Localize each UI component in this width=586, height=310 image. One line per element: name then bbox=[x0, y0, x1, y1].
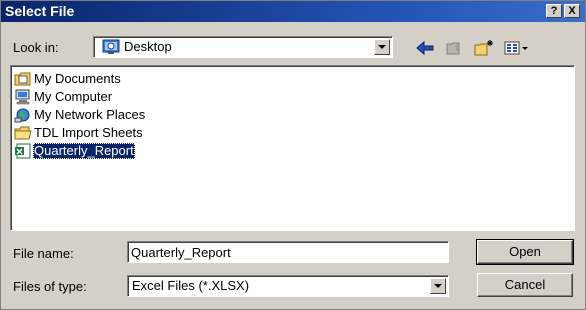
new-folder-icon[interactable] bbox=[473, 39, 493, 57]
cancel-button[interactable]: Cancel bbox=[477, 273, 573, 297]
my-computer-icon bbox=[14, 89, 32, 105]
select-file-dialog: Select File ? X Look in: Desktop My Docu… bbox=[0, 0, 586, 310]
files-of-type-value: Excel Files (*.XLSX) bbox=[132, 278, 250, 293]
file-name-label: File name: bbox=[13, 246, 74, 261]
files-of-type-dropdown-arrow[interactable] bbox=[430, 278, 446, 294]
list-item-label: My Computer bbox=[34, 89, 113, 104]
list-item-label: Quarterly_Report bbox=[33, 143, 135, 159]
desktop-icon bbox=[102, 39, 120, 60]
view-menu-icon[interactable] bbox=[503, 39, 531, 57]
look-in-dropdown-arrow[interactable] bbox=[374, 39, 390, 55]
up-folder-icon[interactable] bbox=[445, 39, 465, 57]
close-button[interactable]: X bbox=[564, 4, 580, 18]
look-in-value: Desktop bbox=[124, 39, 172, 54]
files-of-type-label: Files of type: bbox=[13, 279, 87, 294]
help-button[interactable]: ? bbox=[546, 4, 562, 18]
my-documents-icon bbox=[14, 71, 32, 87]
excel-file-icon bbox=[14, 143, 32, 159]
open-button[interactable]: Open bbox=[476, 239, 574, 265]
look-in-dropdown[interactable]: Desktop bbox=[93, 36, 393, 58]
list-item-label: My Documents bbox=[34, 71, 121, 86]
title-bar[interactable]: Select File ? X bbox=[1, 1, 585, 22]
dialog-title: Select File bbox=[5, 3, 75, 19]
list-item-label: TDL Import Sheets bbox=[34, 125, 143, 140]
file-list[interactable]: My Documents My Computer My Network Plac… bbox=[10, 65, 575, 231]
network-places-icon bbox=[14, 107, 32, 123]
folder-icon bbox=[14, 125, 32, 141]
file-name-input[interactable]: Quarterly_Report bbox=[127, 241, 449, 263]
files-of-type-dropdown[interactable]: Excel Files (*.XLSX) bbox=[127, 275, 449, 297]
file-name-value: Quarterly_Report bbox=[131, 245, 231, 260]
list-item-label: My Network Places bbox=[34, 107, 146, 122]
back-arrow-icon[interactable] bbox=[415, 39, 435, 57]
look-in-label: Look in: bbox=[13, 40, 59, 55]
